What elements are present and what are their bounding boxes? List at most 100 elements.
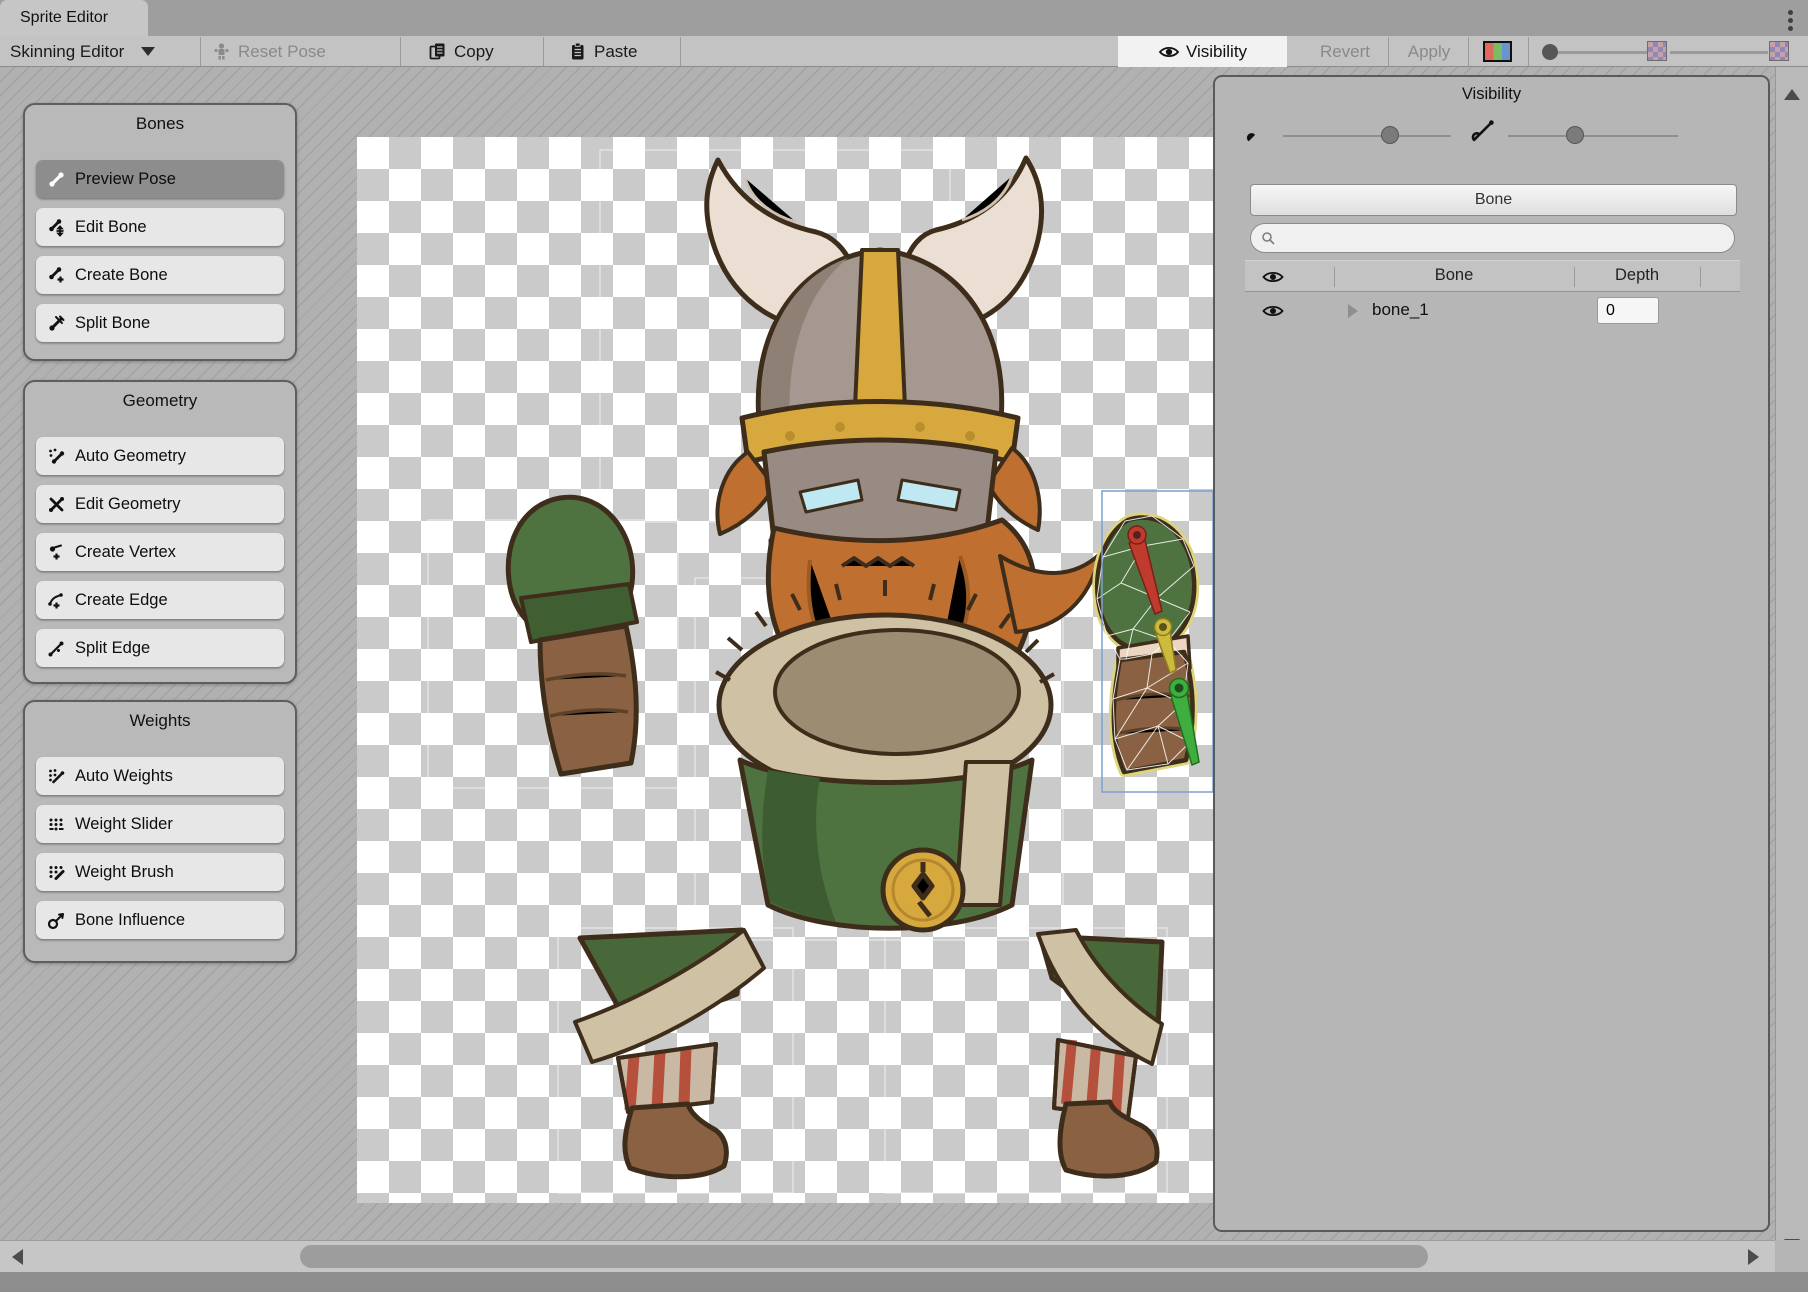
horizontal-scroll-thumb[interactable] xyxy=(300,1245,1428,1268)
weight-brush-button[interactable]: Weight Brush xyxy=(36,853,284,891)
paste-label: Paste xyxy=(594,42,637,62)
tab-bar: Sprite Editor xyxy=(0,0,1808,36)
paste-icon xyxy=(568,42,587,61)
edit-geometry-button[interactable]: Edit Geometry xyxy=(36,485,284,523)
auto-weights-icon xyxy=(47,767,66,786)
tool-button-label: Preview Pose xyxy=(75,170,176,189)
reset-pose-icon xyxy=(212,42,231,61)
color-channels-swatch-button[interactable] xyxy=(1483,41,1512,62)
horizontal-scrollbar[interactable] xyxy=(0,1240,1775,1272)
row-expander-icon[interactable] xyxy=(1348,304,1358,318)
alpha-slider-knob[interactable] xyxy=(1542,44,1558,60)
mode-dropdown[interactable]: Skinning Editor xyxy=(10,36,155,67)
weight-slider-icon xyxy=(47,815,66,834)
bone-search-box xyxy=(1250,223,1735,253)
bone-opacity-slider-knob[interactable] xyxy=(1381,126,1399,144)
window-bottom-strip xyxy=(0,1272,1808,1292)
copy-button[interactable]: Copy xyxy=(428,36,494,67)
copy-label: Copy xyxy=(454,42,494,62)
toolbar-separator xyxy=(1528,37,1529,66)
reset-pose-label: Reset Pose xyxy=(238,42,326,62)
eye-icon xyxy=(1158,43,1180,61)
weight-slider-button[interactable]: Weight Slider xyxy=(36,805,284,843)
edit-bone-button[interactable]: Edit Bone xyxy=(36,208,284,246)
sprite-leg-left xyxy=(575,930,764,1177)
create-vertex-button[interactable]: Create Vertex xyxy=(36,533,284,571)
auto-weights-button[interactable]: Auto Weights xyxy=(36,757,284,795)
bone-name: bone_1 xyxy=(1372,300,1429,320)
column-depth[interactable]: Depth xyxy=(1574,266,1700,285)
apply-label: Apply xyxy=(1408,42,1451,62)
visibility-toggle-button[interactable]: Visibility xyxy=(1118,36,1287,67)
bone-opacity-slider-track[interactable] xyxy=(1283,135,1451,137)
eye-column-icon[interactable] xyxy=(1261,269,1285,285)
scroll-left-icon[interactable] xyxy=(12,1249,23,1265)
toolbar-separator xyxy=(200,37,201,66)
checker-swatch-icon xyxy=(1769,41,1789,61)
alpha-slider-track[interactable] xyxy=(1553,51,1649,54)
edit-geometry-icon xyxy=(47,495,66,514)
revert-button[interactable]: Revert xyxy=(1304,36,1386,67)
create-bone-icon xyxy=(47,266,66,285)
tool-button-label: Edit Geometry xyxy=(75,495,180,514)
bone-influence-button[interactable]: Bone Influence xyxy=(36,901,284,939)
tool-button-label: Auto Geometry xyxy=(75,447,186,466)
tool-button-label: Auto Weights xyxy=(75,767,173,786)
edit-bone-icon xyxy=(47,218,66,237)
bones-panel-title: Bones xyxy=(25,114,295,134)
reset-pose-button[interactable]: Reset Pose xyxy=(212,36,326,67)
weight-brush-icon xyxy=(47,863,66,882)
sprite-sheet-artwork xyxy=(357,137,1213,1203)
bone-influence-icon xyxy=(47,911,66,930)
toolbar-separator xyxy=(400,37,401,66)
tool-button-label: Split Edge xyxy=(75,639,150,658)
preview-pose-button[interactable]: Preview Pose xyxy=(36,160,284,198)
split-bone-button[interactable]: Split Bone xyxy=(36,304,284,342)
scroll-right-icon[interactable] xyxy=(1748,1249,1759,1265)
tool-button-label: Create Vertex xyxy=(75,543,176,562)
toolbar: Skinning Editor Reset Pose Copy Paste xyxy=(0,36,1808,67)
visibility-panel: Visibility Bone Bone Depth xyxy=(1213,75,1770,1232)
tool-button-label: Weight Brush xyxy=(75,863,174,882)
bones-panel: Bones Preview Pose Edit Bone Create Bone… xyxy=(23,103,297,361)
create-bone-button[interactable]: Create Bone xyxy=(36,256,284,294)
mesh-opacity-slider-knob[interactable] xyxy=(1566,126,1584,144)
auto-geometry-button[interactable]: Auto Geometry xyxy=(36,437,284,475)
tool-button-label: Weight Slider xyxy=(75,815,173,834)
revert-label: Revert xyxy=(1320,42,1370,62)
create-edge-button[interactable]: Create Edge xyxy=(36,581,284,619)
column-bone[interactable]: Bone xyxy=(1334,266,1574,285)
visibility-label: Visibility xyxy=(1186,42,1247,62)
bone-category-button[interactable]: Bone xyxy=(1250,184,1737,216)
scroll-up-icon[interactable] xyxy=(1784,89,1800,100)
row-visibility-eye-icon[interactable] xyxy=(1261,303,1285,319)
search-icon xyxy=(1261,231,1276,246)
toolbar-separator xyxy=(1468,37,1469,66)
create-vertex-icon xyxy=(47,543,66,562)
create-edge-icon xyxy=(47,591,66,610)
apply-button[interactable]: Apply xyxy=(1392,36,1466,67)
split-edge-button[interactable]: Split Edge xyxy=(36,629,284,667)
tab-sprite-editor[interactable]: Sprite Editor xyxy=(0,0,148,36)
bone-table-row[interactable]: bone_1 xyxy=(1245,292,1740,330)
weights-panel-title: Weights xyxy=(25,711,295,731)
bone-table-header: Bone Depth xyxy=(1245,260,1740,292)
paste-button[interactable]: Paste xyxy=(568,36,637,67)
window-menu-icon[interactable] xyxy=(1788,7,1794,34)
tab-title: Sprite Editor xyxy=(20,9,108,27)
chevron-down-icon xyxy=(141,47,155,56)
search-input[interactable] xyxy=(1276,229,1700,248)
vertical-scrollbar[interactable] xyxy=(1775,67,1808,1272)
bone-category-label: Bone xyxy=(1475,191,1512,209)
copy-icon xyxy=(428,42,447,61)
preview-pose-icon xyxy=(47,170,66,189)
mesh-opacity-slider-track[interactable] xyxy=(1508,135,1678,137)
alpha-slider-track-2[interactable] xyxy=(1670,51,1768,54)
depth-input[interactable] xyxy=(1597,297,1659,324)
visibility-panel-title: Visibility xyxy=(1215,85,1768,104)
tool-button-label: Create Bone xyxy=(75,266,168,285)
bone-opacity-icon xyxy=(1245,119,1271,145)
geometry-panel: Geometry Auto Geometry Edit Geometry Cre… xyxy=(23,380,297,684)
tool-button-label: Split Bone xyxy=(75,314,150,333)
split-bone-icon xyxy=(47,314,66,333)
